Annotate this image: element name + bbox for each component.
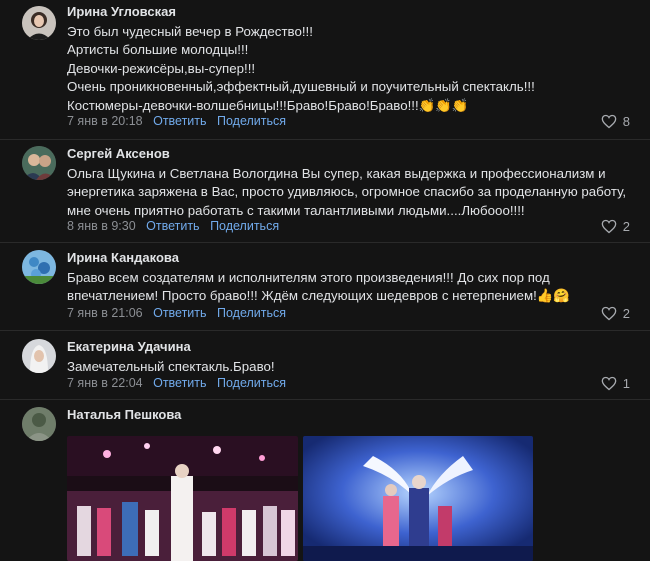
reply-button[interactable]: Ответить [146,219,199,233]
heart-outline-icon [601,376,617,391]
share-button[interactable]: Поделиться [210,219,279,233]
comment-3: Ирина Кандакова Браво всем создателям и … [0,250,650,325]
divider [0,139,650,140]
comment-text: Браво всем создателям и исполнителям это… [67,269,570,306]
comment-author[interactable]: Ирина Угловская [67,4,176,19]
like-button[interactable]: 2 [601,306,630,321]
comment-line: Костюмеры-девочки-волшебницы!!!Браво!Бра… [67,97,469,113]
comment-date[interactable]: 7 янв в 22:04 [67,376,143,390]
comment-line: мне очень приятно работать с такими тала… [67,202,525,218]
avatar[interactable] [22,250,56,284]
comment-line: Девочки-режисёры,вы-супер!!! [67,60,256,76]
like-count: 1 [622,376,630,391]
reply-button[interactable]: Ответить [153,376,206,390]
share-button[interactable]: Поделиться [217,376,286,390]
comment-1: Ирина Угловская Это был чудесный вечер в… [0,4,650,132]
heart-outline-icon [601,114,617,129]
divider [0,399,650,400]
divider [0,242,650,243]
comment-4: Екатерина Удачина Замечательный спектакл… [0,339,650,395]
comment-line: Браво всем создателям и исполнителям это… [67,270,550,285]
comment-line: энергетика заряжена в Вас, просто удивля… [67,184,627,200]
avatar[interactable] [22,6,56,40]
comment-text: Замечательный спектакль.Браво! [67,358,275,376]
comment-author[interactable]: Сергей Аксенов [67,146,170,161]
comment-text: Ольга Щукина и Светлана Вологдина Вы суп… [67,165,626,220]
avatar[interactable] [22,339,56,373]
like-button[interactable]: 2 [601,219,630,234]
comment-meta: 8 янв в 9:30 Ответить Поделиться [67,219,279,233]
attached-photo[interactable] [67,436,298,561]
like-button[interactable]: 1 [601,376,630,391]
comment-line: Артисты большие молодцы!!! [67,42,249,58]
comment-5: Наталья Пешкова [0,407,650,561]
comment-line: Замечательный спектакль.Браво! [67,359,275,374]
avatar[interactable] [22,146,56,180]
reply-button[interactable]: Ответить [153,306,206,320]
like-count: 2 [622,219,630,234]
comment-author[interactable]: Екатерина Удачина [67,339,191,354]
comment-date[interactable]: 7 янв в 21:06 [67,306,143,320]
attached-photo[interactable] [303,436,533,561]
heart-outline-icon [601,219,617,234]
share-button[interactable]: Поделиться [217,306,286,320]
like-button[interactable]: 8 [601,114,630,129]
comment-line: Это был чудесный вечер в Рождество!!! [67,24,313,39]
comment-date[interactable]: 8 янв в 9:30 [67,219,136,233]
comment-author[interactable]: Наталья Пешкова [67,407,181,422]
comment-line: Ольга Щукина и Светлана Вологдина Вы суп… [67,166,606,181]
comment-2: Сергей Аксенов Ольга Щукина и Светлана В… [0,146,650,236]
divider [0,330,650,331]
reply-button[interactable]: Ответить [153,114,206,128]
heart-outline-icon [601,306,617,321]
comment-line: Очень проникновенный,эффектный,душевный … [67,79,535,95]
like-count: 2 [622,306,630,321]
like-count: 8 [622,114,630,129]
comment-meta: 7 янв в 21:06 Ответить Поделиться [67,306,286,320]
comment-text: Это был чудесный вечер в Рождество!!! Ар… [67,23,535,115]
comment-date[interactable]: 7 янв в 20:18 [67,114,143,128]
comment-line: впечатлением! Просто браво!!! Ждём следу… [67,288,570,304]
share-button[interactable]: Поделиться [217,114,286,128]
comment-author[interactable]: Ирина Кандакова [67,250,179,265]
comment-meta: 7 янв в 20:18 Ответить Поделиться [67,114,286,128]
avatar[interactable] [22,407,56,441]
comment-meta: 7 янв в 22:04 Ответить Поделиться [67,376,286,390]
